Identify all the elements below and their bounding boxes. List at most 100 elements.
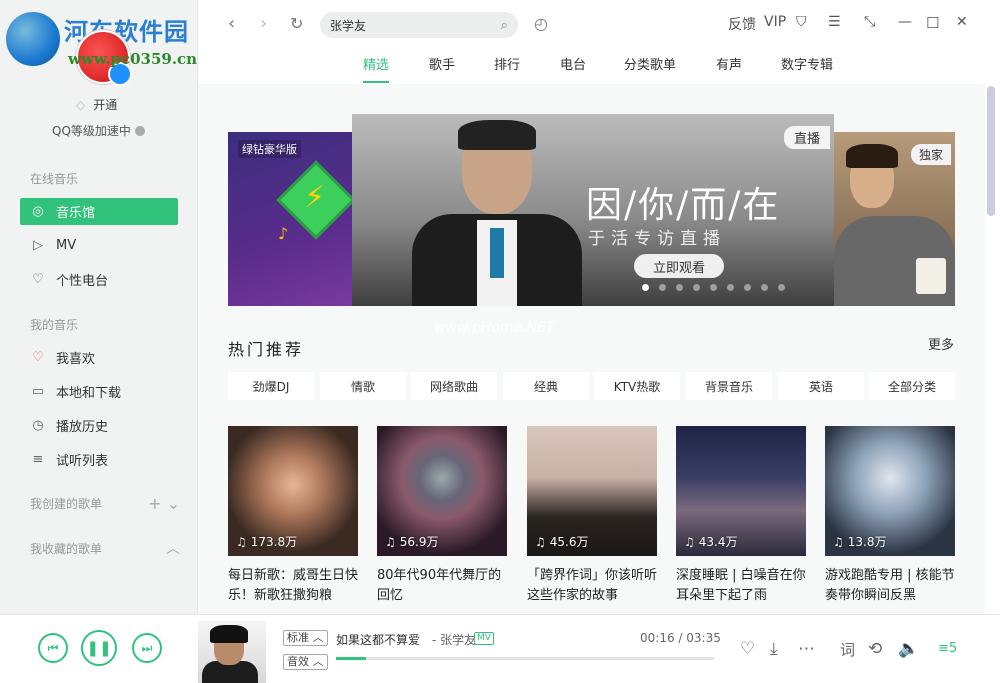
volume-icon[interactable]: 🔈 — [898, 639, 919, 659]
category-chip[interactable]: 全部分类 — [869, 372, 955, 400]
vip-open-label: 开通 — [93, 98, 118, 112]
minimize-icon[interactable]: — — [898, 14, 912, 30]
next-button[interactable]: ⏭ — [132, 633, 162, 663]
carousel-dot[interactable] — [727, 284, 734, 291]
lightning-icon: ⚡ — [304, 180, 326, 215]
playlist-title[interactable]: 每日新歌：威哥生日快乐！新歌狂撒狗粮 — [228, 566, 358, 606]
vip-link[interactable]: VIP — [764, 14, 786, 30]
category-chip[interactable]: KTV热歌 — [594, 372, 680, 400]
menu-icon[interactable]: ☰ — [828, 14, 841, 30]
sidebar-item-radio[interactable]: ♡ 个性电台 — [20, 266, 178, 293]
sidebar-item-mv[interactable]: ▷ MV — [20, 232, 178, 259]
headphones-icon: ♫ — [684, 534, 695, 549]
collected-playlists-header[interactable]: 我收藏的歌单 ︿ — [30, 538, 180, 558]
category-chip[interactable]: 经典 — [503, 372, 589, 400]
carousel-dot[interactable] — [744, 284, 751, 291]
category-chip[interactable]: 背景音乐 — [686, 372, 772, 400]
more-icon[interactable]: ⋯ — [798, 639, 815, 659]
tab-digital-album[interactable]: 数字专辑 — [781, 54, 833, 73]
skin-icon[interactable]: ⛉ — [796, 14, 807, 30]
album-cover[interactable] — [198, 621, 266, 683]
created-playlists-header[interactable]: 我创建的歌单 + ⌄ — [30, 494, 180, 513]
playlist-cover[interactable]: ♫ 45.6万 — [527, 426, 657, 556]
pause-button[interactable]: ❚❚ — [81, 630, 117, 666]
more-link[interactable]: 更多 — [928, 334, 954, 353]
carousel-dot[interactable] — [693, 284, 700, 291]
banner-exclusive[interactable]: 独家 — [834, 132, 955, 306]
playlist-title[interactable]: 深度睡眠 | 白噪音在你耳朵里下起了雨 — [676, 566, 806, 606]
banner-subtitle: 于活专访直播 — [588, 229, 726, 249]
song-artist[interactable]: - 张学友 — [432, 631, 476, 648]
playlist-card[interactable]: ♫ 45.6万 「跨界作词」你该听听这些作家的故事 — [527, 426, 657, 606]
effect-selector[interactable]: 音效 ︿ — [283, 654, 328, 670]
tab-playlists[interactable]: 分类歌单 — [624, 54, 676, 73]
category-chip[interactable]: 情歌 — [320, 372, 406, 400]
download-icon[interactable]: ⤓ — [770, 639, 778, 659]
repeat-icon[interactable]: ⟲ — [868, 639, 882, 659]
search-icon[interactable]: ⌕ — [501, 18, 508, 33]
watch-now-button[interactable]: 立即观看 — [634, 254, 724, 278]
carousel-dot[interactable] — [642, 284, 649, 291]
sidebar-item-playlist[interactable]: ≡ 试听列表 — [20, 446, 178, 473]
headphones-icon: ♫ — [535, 534, 546, 549]
chevron-up-icon[interactable]: ︿ — [166, 538, 180, 558]
carousel-dot[interactable] — [778, 284, 785, 291]
play-queue-button[interactable]: ≡5 — [938, 641, 957, 656]
sidebar-item-favorites[interactable]: ♡ 我喜欢 — [20, 344, 178, 371]
carousel-dot[interactable] — [761, 284, 768, 291]
search-box[interactable]: ⌕ — [320, 12, 518, 38]
tab-audio[interactable]: 有声 — [716, 54, 742, 73]
lyric-button[interactable]: 词 — [840, 639, 855, 660]
category-chip[interactable]: 英语 — [778, 372, 864, 400]
song-title[interactable]: 如果这都不算爱 — [336, 631, 420, 648]
back-arrow-icon[interactable]: ‹ — [228, 12, 235, 36]
playlist-cover[interactable]: ♫ 56.9万 — [377, 426, 507, 556]
tab-singers[interactable]: 歌手 — [429, 54, 455, 73]
tab-featured[interactable]: 精选 — [363, 54, 390, 83]
playlist-title[interactable]: 游戏跑酷专用 | 核能节奏带你瞬间反黑 — [825, 566, 955, 606]
sidebar-item-local[interactable]: ▭ 本地和下载 — [20, 378, 178, 405]
category-bar: 劲爆DJ 情歌 网络歌曲 经典 KTV热歌 背景音乐 英语 全部分类 — [228, 372, 956, 400]
main-tabs: 精选 歌手 排行 电台 分类歌单 有声 数字专辑 — [198, 50, 1000, 83]
add-icon[interactable]: + — [148, 494, 161, 513]
quality-selector[interactable]: 标准 ︿ — [283, 630, 328, 646]
sidebar-item-music-hall[interactable]: ◎ 音乐馆 — [20, 198, 178, 225]
progress-bar[interactable] — [336, 657, 714, 660]
sidebar-item-history[interactable]: ◷ 播放历史 — [20, 412, 178, 439]
playlist-title[interactable]: 「跨界作词」你该听听这些作家的故事 — [527, 566, 657, 606]
chevron-down-icon[interactable]: ⌄ — [167, 494, 180, 513]
banner-green-diamond[interactable]: 绿钻豪华版 ⚡ ♪ — [228, 132, 358, 306]
recognize-song-icon[interactable]: ◴ — [534, 12, 548, 36]
banner-carousel[interactable]: 绿钻豪华版 ⚡ ♪ 独家 因/你/而/在 于活专访直播 立即观看 直播 — [228, 114, 955, 306]
close-icon[interactable]: ✕ — [956, 14, 968, 30]
playlist-cover[interactable]: ♫ 13.8万 — [825, 426, 955, 556]
category-chip[interactable]: 网络歌曲 — [411, 372, 497, 400]
search-input[interactable] — [330, 18, 501, 32]
banner-main[interactable]: 因/你/而/在 于活专访直播 立即观看 直播 — [352, 114, 834, 306]
carousel-dot[interactable] — [659, 284, 666, 291]
tab-charts[interactable]: 排行 — [494, 54, 520, 73]
playlist-cover[interactable]: ♫ 173.8万 — [228, 426, 358, 556]
carousel-dot[interactable] — [710, 284, 717, 291]
content-scrollbar[interactable] — [987, 86, 995, 216]
mv-badge[interactable]: MV — [474, 632, 494, 645]
feedback-link[interactable]: 反馈 — [728, 14, 756, 34]
vip-open-link[interactable]: ◇ 开通 — [76, 96, 117, 113]
refresh-icon[interactable]: ↻ — [290, 12, 303, 36]
previous-button[interactable]: ⏮ — [38, 633, 68, 663]
playlist-title[interactable]: 80年代90年代舞厅的回忆 — [377, 566, 507, 606]
playlist-card[interactable]: ♫ 43.4万 深度睡眠 | 白噪音在你耳朵里下起了雨 — [676, 426, 806, 606]
category-chip[interactable]: 劲爆DJ — [228, 372, 314, 400]
tab-radio[interactable]: 电台 — [560, 54, 586, 73]
playlist-card[interactable]: ♫ 13.8万 游戏跑酷专用 | 核能节奏带你瞬间反黑 — [825, 426, 955, 606]
carousel-dot[interactable] — [676, 284, 683, 291]
mini-mode-icon[interactable]: ⤡ — [864, 14, 875, 30]
playlist-card[interactable]: ♫ 56.9万 80年代90年代舞厅的回忆 — [377, 426, 507, 606]
forward-arrow-icon[interactable]: › — [260, 12, 267, 36]
heart-icon[interactable]: ♡ — [740, 639, 755, 659]
playlist-cover[interactable]: ♫ 43.4万 — [676, 426, 806, 556]
maximize-icon[interactable]: ☐ — [926, 14, 939, 32]
top-bar: ‹ › ↻ ⌕ ◴ 反馈 VIP ⛉ ☰ ⤡ — ☐ ✕ 精选 歌手 排行 电台… — [198, 0, 1000, 84]
qq-speed-status[interactable]: QQ等级加速中 — [52, 122, 145, 139]
playlist-card[interactable]: ♫ 173.8万 每日新歌：威哥生日快乐！新歌狂撒狗粮 — [228, 426, 358, 606]
